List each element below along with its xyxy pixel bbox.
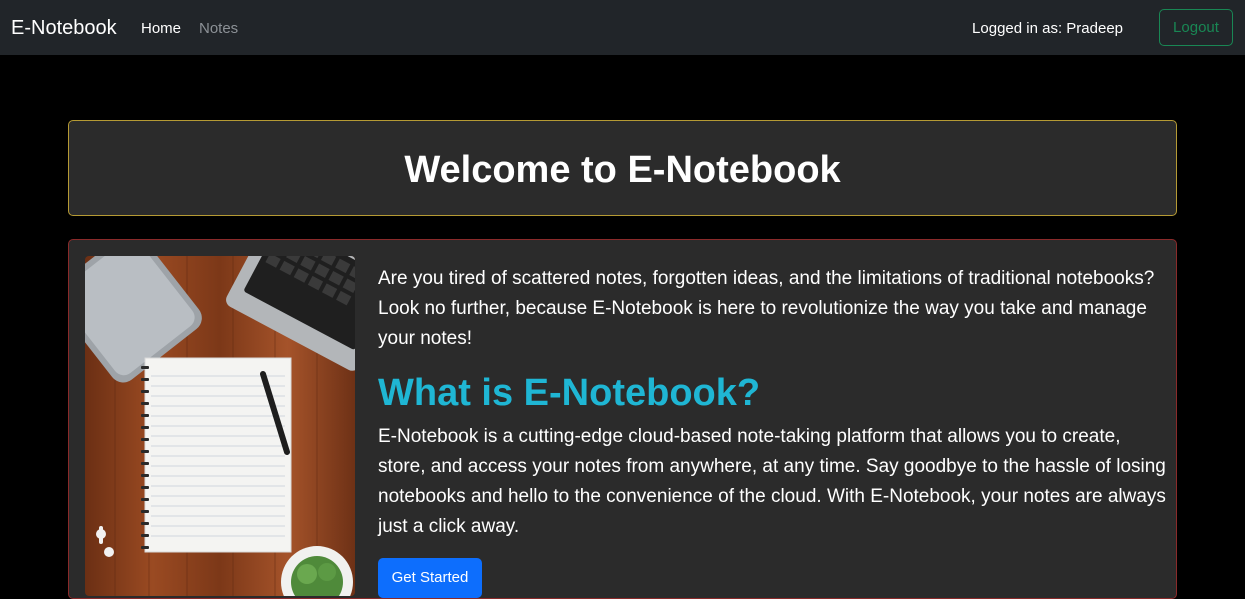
- logout-button[interactable]: Logout: [1159, 9, 1233, 46]
- about-content: Are you tired of scattered notes, forgot…: [378, 264, 1168, 542]
- what-is-heading: What is E-Notebook?: [378, 372, 761, 414]
- description-paragraph: E-Notebook is a cutting-edge cloud-based…: [378, 426, 1166, 537]
- nav-link-notes[interactable]: Notes: [199, 19, 238, 39]
- logged-in-status: Logged in as: Pradeep: [972, 20, 1123, 37]
- notebook-desk-image: [85, 256, 355, 596]
- intro-paragraph: Are you tired of scattered notes, forgot…: [378, 268, 1155, 349]
- top-navbar: E-Notebook Home Notes Logged in as: Prad…: [0, 0, 1245, 55]
- welcome-card: Welcome to E-Notebook: [68, 120, 1177, 216]
- nav-link-home[interactable]: Home: [141, 19, 181, 39]
- info-card: Are you tired of scattered notes, forgot…: [68, 239, 1177, 599]
- welcome-title: Welcome to E-Notebook: [404, 149, 841, 191]
- brand-logo-text[interactable]: E-Notebook: [11, 15, 117, 41]
- get-started-button[interactable]: Get Started: [378, 558, 482, 598]
